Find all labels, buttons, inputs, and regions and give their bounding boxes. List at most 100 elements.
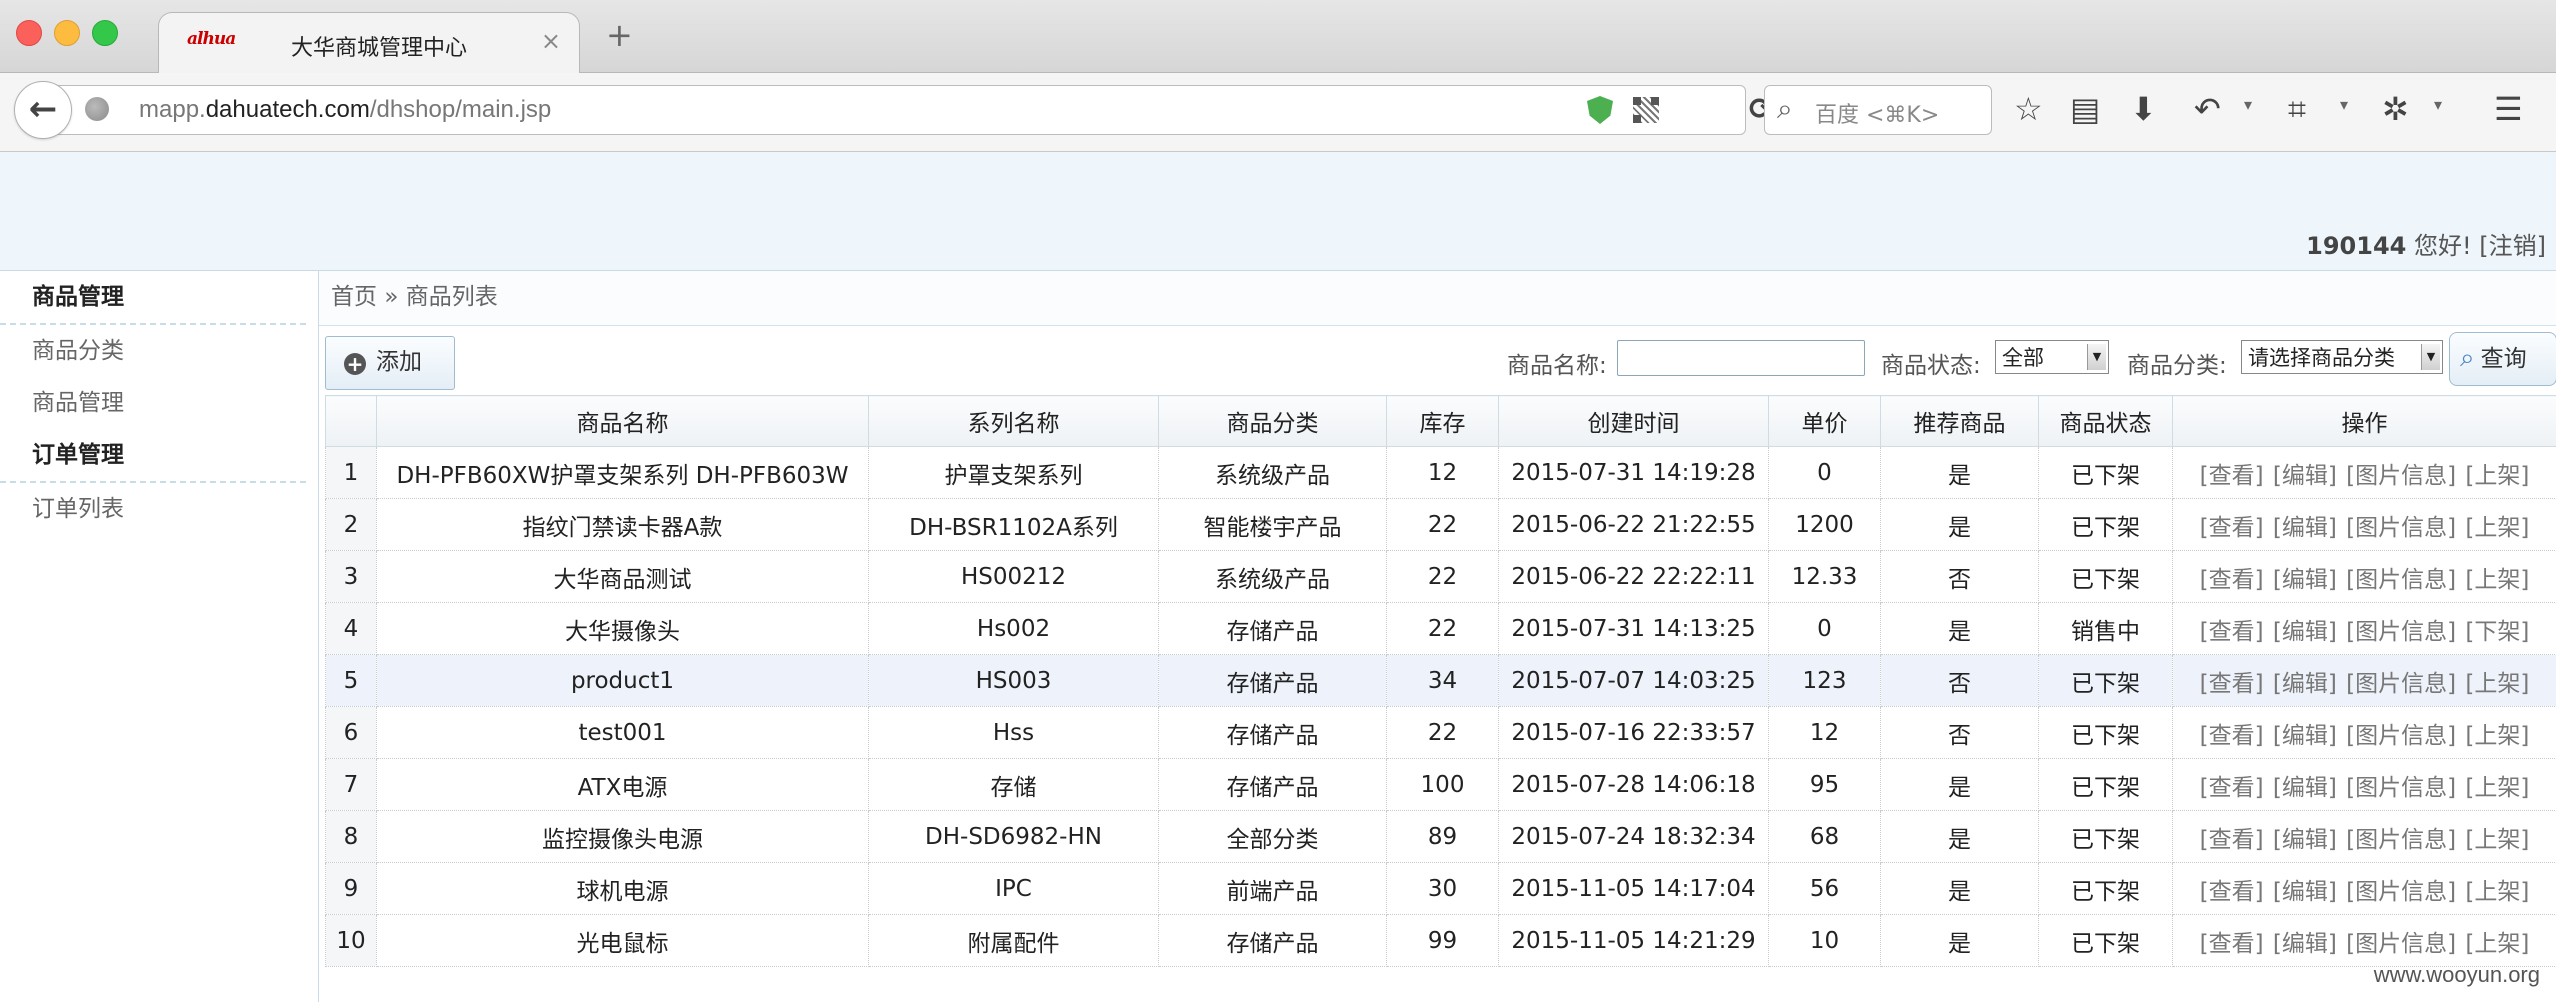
- image-info-link[interactable]: [图片信息]: [2346, 931, 2456, 957]
- toggle-shelf-link[interactable]: [上架]: [2465, 827, 2529, 853]
- query-button[interactable]: ⌕ 查询: [2449, 332, 2556, 386]
- toggle-shelf-link[interactable]: [上架]: [2465, 671, 2529, 697]
- table-row[interactable]: 7 ATX电源 存储 存储产品 100 2015-07-28 14:06:18 95 是已下架…: [325, 758, 2556, 811]
- view-link[interactable]: [查看]: [2200, 931, 2264, 957]
- view-link[interactable]: [查看]: [2200, 827, 2264, 853]
- created-time-cell: 2015-06-22 21:22:55: [1498, 498, 1769, 551]
- recommended-cell: 是: [1880, 498, 2039, 551]
- plus-circle-icon: +: [344, 353, 366, 375]
- extension-icon[interactable]: ✲: [2382, 89, 2409, 129]
- image-info-link[interactable]: [图片信息]: [2346, 567, 2456, 593]
- tab-close-icon[interactable]: ×: [541, 27, 561, 55]
- category-select[interactable]: 请选择商品分类 ▼: [2241, 340, 2443, 374]
- download-icon[interactable]: ⬇: [2130, 89, 2157, 129]
- table-row[interactable]: 4 大华摄像头 Hs002 存储产品 22 2015-07-31 14:13:25 0 是销售…: [325, 602, 2556, 655]
- view-link[interactable]: [查看]: [2200, 671, 2264, 697]
- table-row[interactable]: 2 指纹门禁读卡器A款 DH-BSR1102A系列 智能楼宇产品 22 2015-06-2…: [325, 498, 2556, 551]
- operations-cell: [查看] [编辑] [图片信息] [上架]: [2172, 706, 2556, 759]
- tab-title: 大华商城管理中心: [291, 36, 468, 61]
- edit-link[interactable]: [编辑]: [2273, 619, 2337, 645]
- image-info-link[interactable]: [图片信息]: [2346, 723, 2456, 749]
- edit-link[interactable]: [编辑]: [2273, 463, 2337, 489]
- undo-icon[interactable]: ↶: [2194, 89, 2221, 129]
- category-cell: 前端产品: [1158, 862, 1387, 915]
- bookmark-star-icon[interactable]: ☆: [2014, 89, 2043, 129]
- reading-list-icon[interactable]: ▤: [2070, 89, 2100, 129]
- toggle-shelf-link[interactable]: [上架]: [2465, 463, 2529, 489]
- crop-icon[interactable]: ⌗: [2288, 89, 2306, 129]
- table-row[interactable]: 6 test001 Hss 存储产品 22 2015-07-16 22:33:57 12 否已…: [325, 706, 2556, 759]
- table-row[interactable]: 3 大华商品测试 HS00212 系统级产品 22 2015-06-22 22:22:11…: [325, 550, 2556, 603]
- zoom-window-button[interactable]: [92, 20, 118, 46]
- table-row[interactable]: 10 光电鼠标 附属配件 存储产品 99 2015-11-05 14:21:29 10 是已下…: [325, 914, 2556, 967]
- edit-link[interactable]: [编辑]: [2273, 567, 2337, 593]
- view-link[interactable]: [查看]: [2200, 567, 2264, 593]
- edit-link[interactable]: [编辑]: [2273, 775, 2337, 801]
- view-link[interactable]: [查看]: [2200, 515, 2264, 541]
- image-info-link[interactable]: [图片信息]: [2346, 619, 2456, 645]
- qr-code-icon[interactable]: [1633, 97, 1659, 123]
- sidebar-item-order-list[interactable]: 订单列表: [0, 483, 318, 535]
- edit-link[interactable]: [编辑]: [2273, 515, 2337, 541]
- back-button[interactable]: ←: [14, 81, 72, 139]
- image-info-link[interactable]: [图片信息]: [2346, 775, 2456, 801]
- browser-tab[interactable]: alhua 大华商城管理中心 ×: [158, 12, 580, 73]
- search-bar[interactable]: ⌕ 百度 <⌘K>: [1764, 85, 1992, 135]
- edit-link[interactable]: [编辑]: [2273, 879, 2337, 905]
- breadcrumb-home[interactable]: 首页: [331, 284, 377, 310]
- close-window-button[interactable]: [16, 20, 42, 46]
- edit-link[interactable]: [编辑]: [2273, 931, 2337, 957]
- new-tab-button[interactable]: +: [606, 19, 633, 51]
- toggle-shelf-link[interactable]: [上架]: [2465, 723, 2529, 749]
- status-cell: 销售中: [2038, 602, 2173, 655]
- edit-link[interactable]: [编辑]: [2273, 827, 2337, 853]
- minimize-window-button[interactable]: [54, 20, 80, 46]
- product-name-input[interactable]: [1617, 340, 1865, 376]
- image-info-link[interactable]: [图片信息]: [2346, 879, 2456, 905]
- undo-dropdown-icon[interactable]: ▾: [2244, 95, 2252, 114]
- table-row[interactable]: 1 DH-PFB60XW护罩支架系列 DH-PFB603W 护罩支架系列 系统级产品 1…: [325, 446, 2556, 499]
- toggle-shelf-link[interactable]: [上架]: [2465, 515, 2529, 541]
- view-link[interactable]: [查看]: [2200, 879, 2264, 905]
- operations-cell: [查看] [编辑] [图片信息] [上架]: [2172, 758, 2556, 811]
- stock-cell: 22: [1386, 498, 1499, 551]
- operations-cell: [查看] [编辑] [图片信息] [下架]: [2172, 602, 2556, 655]
- sidebar-group-order[interactable]: 订单管理: [0, 429, 306, 483]
- toggle-shelf-link[interactable]: [上架]: [2465, 931, 2529, 957]
- edit-link[interactable]: [编辑]: [2273, 671, 2337, 697]
- url-text[interactable]: mapp.dahuatech.com/dhshop/main.jsp: [139, 96, 551, 124]
- hamburger-menu-icon[interactable]: ☰: [2494, 89, 2523, 129]
- extension-dropdown-icon[interactable]: ▾: [2434, 95, 2442, 114]
- table-row[interactable]: 9 球机电源 IPC 前端产品 30 2015-11-05 14:17:04 56 是已下架[…: [325, 862, 2556, 915]
- image-info-link[interactable]: [图片信息]: [2346, 671, 2456, 697]
- toggle-shelf-link[interactable]: [上架]: [2465, 567, 2529, 593]
- toggle-shelf-link[interactable]: [上架]: [2465, 775, 2529, 801]
- edit-link[interactable]: [编辑]: [2273, 723, 2337, 749]
- image-info-link[interactable]: [图片信息]: [2346, 515, 2456, 541]
- image-info-link[interactable]: [图片信息]: [2346, 827, 2456, 853]
- url-bar[interactable]: mapp.dahuatech.com/dhshop/main.jsp ⟳: [54, 85, 1774, 135]
- crop-dropdown-icon[interactable]: ▾: [2340, 95, 2348, 114]
- product-name-cell: 监控摄像头电源: [376, 810, 869, 863]
- created-time-cell: 2015-07-31 14:19:28: [1498, 446, 1769, 499]
- series-name-cell: IPC: [868, 862, 1159, 915]
- status-select[interactable]: 全部 ▼: [1995, 340, 2109, 374]
- globe-icon: [85, 97, 109, 121]
- table-row[interactable]: 8 监控摄像头电源 DH-SD6982-HN 全部分类 89 2015-07-24 18:…: [325, 810, 2556, 863]
- shield-icon[interactable]: [1587, 96, 1613, 124]
- table-row[interactable]: 5 product1 HS003 存储产品 34 2015-07-07 14:03:25 1…: [325, 654, 2556, 707]
- view-link[interactable]: [查看]: [2200, 619, 2264, 645]
- status-select-value: 全部: [2002, 346, 2044, 370]
- logout-link[interactable]: [注销]: [2479, 232, 2546, 260]
- add-button[interactable]: + 添加: [325, 336, 455, 390]
- image-info-link[interactable]: [图片信息]: [2346, 463, 2456, 489]
- view-link[interactable]: [查看]: [2200, 723, 2264, 749]
- toggle-shelf-link[interactable]: [下架]: [2465, 619, 2529, 645]
- toggle-shelf-link[interactable]: [上架]: [2465, 879, 2529, 905]
- sidebar-group-product[interactable]: 商品管理: [0, 271, 306, 325]
- browser-nav-bar: mapp.dahuatech.com/dhshop/main.jsp ⟳ ← ⌕…: [0, 73, 2556, 152]
- view-link[interactable]: [查看]: [2200, 463, 2264, 489]
- view-link[interactable]: [查看]: [2200, 775, 2264, 801]
- sidebar-item-category[interactable]: 商品分类: [0, 325, 318, 377]
- sidebar-item-product-manage[interactable]: 商品管理: [0, 377, 318, 429]
